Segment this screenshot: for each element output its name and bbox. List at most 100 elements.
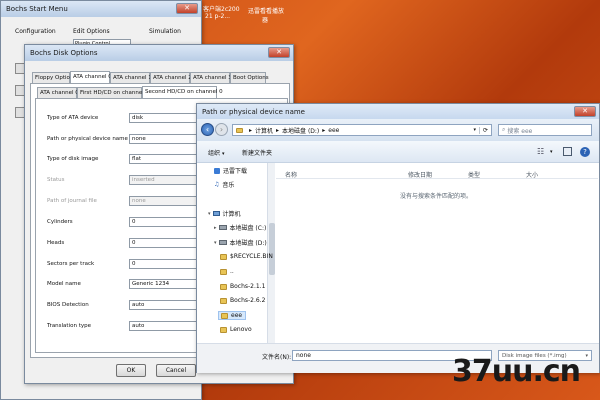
window-title: Path or physical device name bbox=[202, 108, 305, 116]
drive-icon bbox=[218, 240, 227, 245]
ata-device-type-select[interactable]: disk bbox=[129, 113, 201, 123]
tab-ata-channel-1[interactable]: ATA channel 1 bbox=[110, 72, 152, 83]
empty-list-message: 没有与搜索条件匹配的项。 bbox=[400, 193, 473, 200]
heads-input[interactable]: 0 bbox=[129, 238, 201, 248]
breadcrumb-drive-d[interactable]: 本地磁盘 (D:) bbox=[282, 126, 319, 135]
subtab-first-hdcd[interactable]: First HD/CD on channel 0 bbox=[77, 87, 149, 98]
tree-label: Lenovo bbox=[230, 326, 252, 333]
organize-label: 组织 bbox=[208, 150, 221, 157]
tree-item-bochs-262[interactable]: Bochs-2.6.2 bbox=[220, 297, 265, 304]
folder-icon bbox=[236, 127, 243, 133]
start-menu-titlebar[interactable]: Bochs Start Menu ✕ bbox=[1, 1, 201, 17]
disk-image-type-select[interactable]: flat bbox=[129, 154, 201, 164]
desktop-top-text-1: 客户端2c200 bbox=[203, 6, 240, 13]
section-simulation: Simulation bbox=[149, 28, 181, 35]
field-label-cylinders: Cylinders bbox=[47, 219, 73, 225]
address-bar[interactable]: ▸ 计算机 ▸ 本地磁盘 (D:) ▸ eee ▾ ⟳ bbox=[232, 124, 492, 136]
chevron-down-icon[interactable]: ▾ bbox=[473, 127, 476, 133]
chevron-down-icon[interactable]: ▾ bbox=[208, 211, 211, 217]
music-icon: ♫ bbox=[214, 181, 220, 188]
tree-label: $RECYCLE.BIN bbox=[230, 253, 273, 260]
status-select: inserted bbox=[129, 175, 201, 185]
filename-label: 文件名(N): bbox=[262, 354, 292, 361]
field-label-type-of-ata-device: Type of ATA device bbox=[47, 115, 99, 121]
back-button[interactable]: ‹ bbox=[201, 123, 214, 136]
search-icon: ⌕ bbox=[502, 126, 506, 133]
ok-button[interactable]: OK bbox=[116, 364, 146, 377]
breadcrumb-computer[interactable]: 计算机 bbox=[255, 126, 273, 135]
subtab-second-hdcd[interactable]: Second HD/CD on channel 0 bbox=[142, 86, 223, 98]
forward-button[interactable]: › bbox=[215, 123, 228, 136]
folder-icon bbox=[221, 312, 228, 319]
organize-button[interactable]: 组织 ▾ bbox=[208, 148, 224, 157]
field-label-path: Path or physical device name bbox=[47, 136, 128, 142]
path-input[interactable]: none bbox=[129, 134, 201, 144]
column-name[interactable]: 名称 bbox=[285, 170, 297, 179]
folder-icon bbox=[220, 268, 227, 275]
chevron-down-icon[interactable]: ▾ bbox=[550, 149, 553, 155]
close-button[interactable]: ✕ bbox=[268, 47, 290, 58]
search-placeholder: 搜索 eee bbox=[507, 127, 533, 135]
model-name-input[interactable]: Generic 1234 bbox=[129, 279, 201, 289]
subtab-ata-channel-0[interactable]: ATA channel 0 bbox=[37, 87, 79, 98]
tree-item-dotdot[interactable]: .. bbox=[220, 268, 234, 275]
column-type[interactable]: 类型 bbox=[468, 170, 480, 179]
field-label-bios-detection: BIOS Detection bbox=[47, 302, 89, 308]
download-icon bbox=[214, 167, 220, 174]
column-modified-date[interactable]: 修改日期 bbox=[408, 170, 432, 179]
chevron-down-icon[interactable]: ▾ bbox=[214, 240, 217, 246]
chevron-down-icon: ▾ bbox=[221, 151, 225, 157]
tree-item-thunder-download[interactable]: 迅雷下载 bbox=[214, 166, 247, 175]
breadcrumb-separator: ▸ bbox=[322, 126, 326, 134]
close-button[interactable]: ✕ bbox=[176, 3, 198, 14]
bios-detection-select[interactable]: auto bbox=[129, 300, 201, 310]
sectors-input[interactable]: 0 bbox=[129, 259, 201, 269]
column-size[interactable]: 大小 bbox=[526, 170, 538, 179]
tree-item-recycle-bin[interactable]: $RECYCLE.BIN bbox=[220, 253, 273, 260]
scroll-thumb[interactable] bbox=[269, 223, 275, 275]
tab-floppy-options[interactable]: Floppy Options bbox=[32, 72, 76, 83]
preview-pane-icon[interactable] bbox=[563, 147, 572, 156]
field-label-status: Status bbox=[47, 177, 65, 183]
close-button[interactable]: ✕ bbox=[574, 106, 596, 117]
field-label-translation-type: Translation type bbox=[47, 323, 92, 329]
tab-ata-channel-3[interactable]: ATA channel 3 bbox=[190, 72, 232, 83]
translation-type-select[interactable]: auto bbox=[129, 321, 201, 331]
cylinders-input[interactable]: 0 bbox=[129, 217, 201, 227]
tab-boot-options[interactable]: Boot Options bbox=[230, 72, 269, 83]
folder-icon bbox=[220, 253, 227, 260]
window-title: Bochs Start Menu bbox=[6, 5, 68, 13]
tree-item-eee[interactable]: eee bbox=[218, 311, 247, 320]
tab-ata-channel-2[interactable]: ATA channel 2 bbox=[150, 72, 192, 83]
tree-item-music[interactable]: ♫ 音乐 bbox=[214, 180, 234, 189]
tree-label: .. bbox=[230, 268, 234, 275]
chevron-right-icon[interactable]: ▸ bbox=[214, 225, 217, 231]
breadcrumb-eee[interactable]: eee bbox=[328, 127, 339, 134]
tree-item-drive-c[interactable]: ▸ 本地磁盘 (C:) bbox=[214, 223, 266, 233]
tree-label: 音乐 bbox=[222, 182, 235, 189]
refresh-icon[interactable]: ⟳ bbox=[478, 126, 491, 134]
tree-label: 计算机 bbox=[222, 211, 241, 218]
breadcrumb-separator: ▸ bbox=[249, 126, 253, 134]
new-folder-button[interactable]: 新建文件夹 bbox=[242, 148, 272, 157]
field-label-model-name: Model name bbox=[47, 281, 81, 287]
cancel-button[interactable]: Cancel bbox=[156, 364, 196, 377]
help-icon[interactable]: ? bbox=[580, 147, 590, 157]
tab-ata-channel-0[interactable]: ATA channel 0 bbox=[70, 71, 112, 83]
file-dialog-titlebar[interactable]: Path or physical device name ✕ bbox=[197, 104, 599, 120]
tree-item-drive-d[interactable]: ▾ 本地磁盘 (D:) bbox=[214, 238, 267, 248]
forward-arrow-icon: › bbox=[219, 125, 224, 134]
tree-item-lenovo[interactable]: Lenovo bbox=[220, 326, 252, 333]
tree-item-bochs-211[interactable]: Bochs-2.1.1 bbox=[220, 283, 265, 290]
section-configuration: Configuration bbox=[15, 28, 56, 35]
view-options-icon[interactable]: ☷ bbox=[537, 147, 544, 156]
tree-item-computer[interactable]: ▾ 计算机 bbox=[208, 209, 241, 219]
tree-label: 迅雷下载 bbox=[223, 168, 248, 175]
folder-icon bbox=[220, 283, 227, 290]
field-label-sectors: Sectors per track bbox=[47, 261, 95, 267]
breadcrumb-separator: ▸ bbox=[276, 126, 280, 134]
watermark: 37uu.cn bbox=[452, 354, 581, 389]
desktop-top-text-4: 器 bbox=[262, 17, 269, 24]
search-box[interactable]: ⌕ 搜索 eee bbox=[498, 124, 592, 136]
disk-options-titlebar[interactable]: Bochs Disk Options ✕ bbox=[25, 45, 293, 61]
